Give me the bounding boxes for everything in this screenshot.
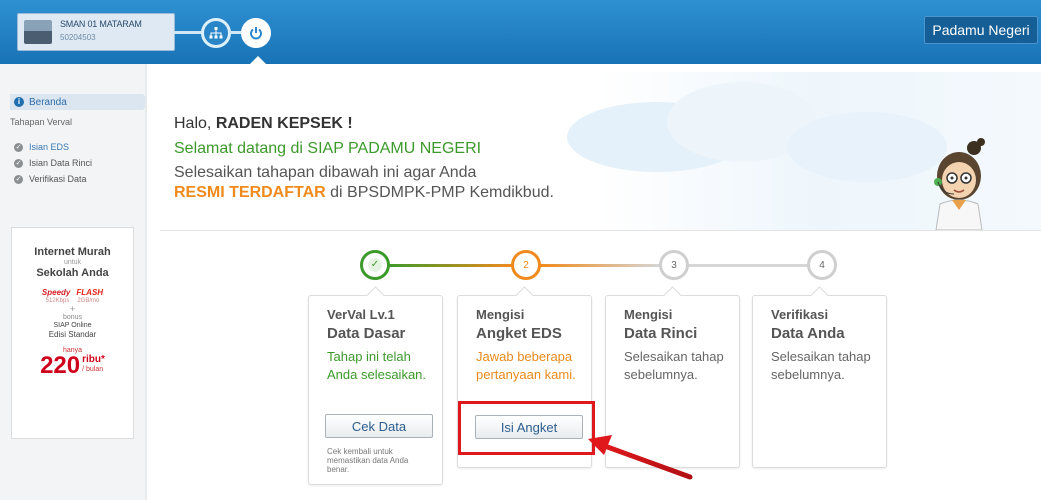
step-2-indicator: 2	[511, 250, 541, 280]
ad-price-unit-text: ribu*	[82, 354, 105, 365]
card-notch	[810, 286, 829, 305]
greeting-hello: Halo, RADEN KEPSEK !	[174, 115, 353, 133]
cloud-decoration	[787, 112, 947, 182]
card-notch	[515, 286, 534, 305]
ad-price-unit: ribu* / bulan	[82, 355, 105, 375]
card-notch	[663, 286, 682, 305]
nav-network-button[interactable]	[201, 18, 231, 48]
progress-connector	[540, 264, 660, 267]
check-icon: ✓	[14, 158, 23, 168]
top-bar: SMAN 01 MATARAM 50204503 Padamu Negeri	[0, 0, 1041, 64]
step-description: Jawab beberapa pertanyaan kami.	[476, 349, 576, 382]
ad-price-period: / bulan	[82, 366, 104, 373]
school-name: SMAN 01 MATARAM	[60, 19, 142, 29]
step-description: Tahap ini telah Anda selesaikan.	[327, 349, 427, 382]
step-description: Selesaikan tahap sebelumnya.	[624, 349, 724, 382]
sidebar: i Beranda Tahapan Verval ✓ Isian EDS ✓ I…	[0, 64, 149, 500]
ad-speed: 2GB/mo	[77, 298, 100, 304]
step-3-indicator: 3	[659, 250, 689, 280]
step-subtitle: Data Rinci	[624, 325, 698, 342]
ad-siap: SIAP Online	[53, 322, 92, 329]
school-avatar	[24, 20, 52, 44]
registration-text: RESMI TERDAFTAR di BPSDMPK-PMP Kemdikbud…	[174, 184, 554, 202]
greeting-prefix: Halo,	[174, 115, 212, 132]
sidebar-item-isian-eds[interactable]: ✓ Isian EDS	[14, 142, 69, 152]
red-arrow-annotation	[588, 435, 693, 480]
info-icon: i	[14, 97, 24, 107]
school-profile[interactable]: SMAN 01 MATARAM 50204503	[17, 13, 175, 51]
registered-rest: di BPSDMPK-PMP Kemdikbud.	[330, 184, 554, 201]
ad-title: Sekolah Anda	[36, 267, 109, 279]
ad-price-number: 220	[40, 352, 81, 379]
speedy-logo: Speedy	[41, 288, 71, 297]
step-description: Selesaikan tahap sebelumnya.	[771, 349, 871, 382]
school-code: 50204503	[60, 33, 96, 42]
ad-logos: Speedy FLASH	[12, 288, 133, 297]
instruction-text: Selesaikan tahapan dibawah ini agar Anda	[174, 164, 477, 181]
nav-power-button[interactable]	[241, 18, 271, 48]
sidebar-item-label: Verifikasi Data	[29, 174, 87, 184]
step-subtitle: Data Anda	[771, 325, 845, 342]
sidebar-section-title: Tahapan Verval	[10, 117, 73, 127]
ad-speed: 512Kbps	[45, 298, 70, 304]
flash-logo: FLASH	[76, 288, 104, 297]
step-4-indicator: 4	[807, 250, 837, 280]
user-name: RADEN KEPSEK !	[215, 115, 353, 132]
ad-title-small: untuk	[63, 259, 82, 266]
card-notch	[366, 286, 385, 305]
separator	[160, 230, 1041, 231]
ad-price: 220 ribu* / bulan	[12, 354, 133, 378]
step-card-data-dasar: VerVal Lv.1 Data Dasar Tahap ini telah A…	[308, 286, 443, 485]
sidebar-item-verifikasi-data[interactable]: ✓ Verifikasi Data	[14, 174, 87, 184]
step-subtitle: Angket EDS	[476, 325, 562, 342]
step-note: Cek kembali untuk memastikan data Anda b…	[327, 447, 409, 474]
check-icon: ✓	[368, 258, 382, 272]
mascot-illustration	[934, 138, 985, 230]
ad-title: Internet Murah	[34, 246, 111, 258]
step-title: Mengisi	[476, 307, 525, 322]
nav-connector	[173, 31, 203, 34]
internet-promo-ad[interactable]: Internet Murah untuk Sekolah Anda Speedy…	[11, 227, 134, 439]
step-title: Verifikasi	[771, 307, 829, 322]
step-title: VerVal Lv.1	[327, 307, 395, 322]
sidebar-item-beranda[interactable]: i Beranda	[10, 94, 149, 110]
welcome-message: Selamat datang di SIAP PADAMU NEGERI	[174, 140, 482, 157]
sidebar-item-isian-data-rinci[interactable]: ✓ Isian Data Rinci	[14, 158, 92, 168]
power-icon	[250, 27, 262, 40]
sidebar-item-label: Isian EDS	[29, 142, 70, 152]
sidebar-item-label: Beranda	[29, 96, 67, 108]
network-icon	[209, 27, 223, 39]
step-title: Mengisi	[624, 307, 673, 322]
registered-highlight: RESMI TERDAFTAR	[174, 184, 326, 201]
ad-bonus: bonus	[62, 314, 83, 321]
progress-connector	[688, 264, 808, 267]
step-subtitle: Data Dasar	[327, 325, 406, 342]
cek-data-button[interactable]: Cek Data	[325, 414, 433, 438]
brand-title[interactable]: Padamu Negeri	[924, 16, 1038, 44]
nav-pointer	[250, 56, 266, 64]
step-1-indicator: ✓	[360, 250, 390, 280]
sidebar-item-label: Isian Data Rinci	[29, 158, 93, 168]
ad-plus: +	[69, 304, 76, 314]
check-icon: ✓	[14, 142, 23, 152]
ad-edisi: Edisi Standar	[48, 330, 97, 339]
step-card-verifikasi: Verifikasi Data Anda Selesaikan tahap se…	[752, 286, 887, 468]
progress-connector	[388, 264, 512, 267]
check-icon: ✓	[14, 174, 23, 184]
